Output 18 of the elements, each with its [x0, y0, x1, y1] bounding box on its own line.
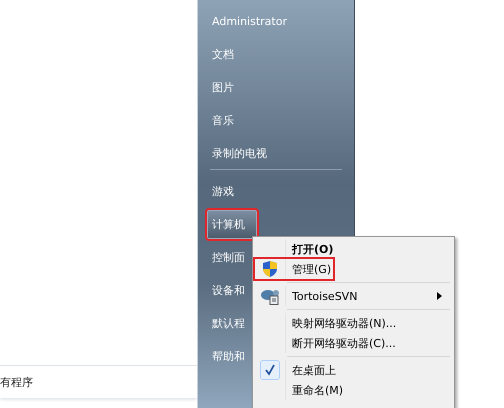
menu-item[interactable]: 在桌面上 — [255, 360, 452, 380]
start-menu-item[interactable]: 游戏 — [206, 176, 346, 207]
submenu-arrow-icon — [437, 292, 442, 300]
menu-item[interactable]: 断开网络驱动器(C)... — [255, 333, 452, 353]
shield-icon — [262, 260, 278, 278]
checkmark-icon — [260, 360, 280, 380]
start-menu-item[interactable]: Administrator — [206, 6, 346, 37]
menu-item[interactable]: 管理(G) — [255, 259, 333, 279]
start-menu-item[interactable]: 图片 — [206, 72, 346, 103]
menu-item[interactable]: TortoiseSVN — [255, 286, 452, 306]
menu-item[interactable]: 重命名(M) — [255, 380, 452, 400]
start-menu-item[interactable]: 音乐 — [206, 105, 346, 136]
start-menu-item[interactable]: 计算机 — [206, 209, 258, 240]
start-menu-item[interactable]: 文档 — [206, 39, 346, 70]
start-menu-item[interactable]: 录制的电视 — [206, 138, 346, 169]
menu-item[interactable]: 映射网络驱动器(N)... — [255, 313, 452, 333]
all-programs-item[interactable]: 有程序 — [0, 365, 197, 398]
menu-item[interactable]: 打开(O) — [255, 239, 452, 259]
